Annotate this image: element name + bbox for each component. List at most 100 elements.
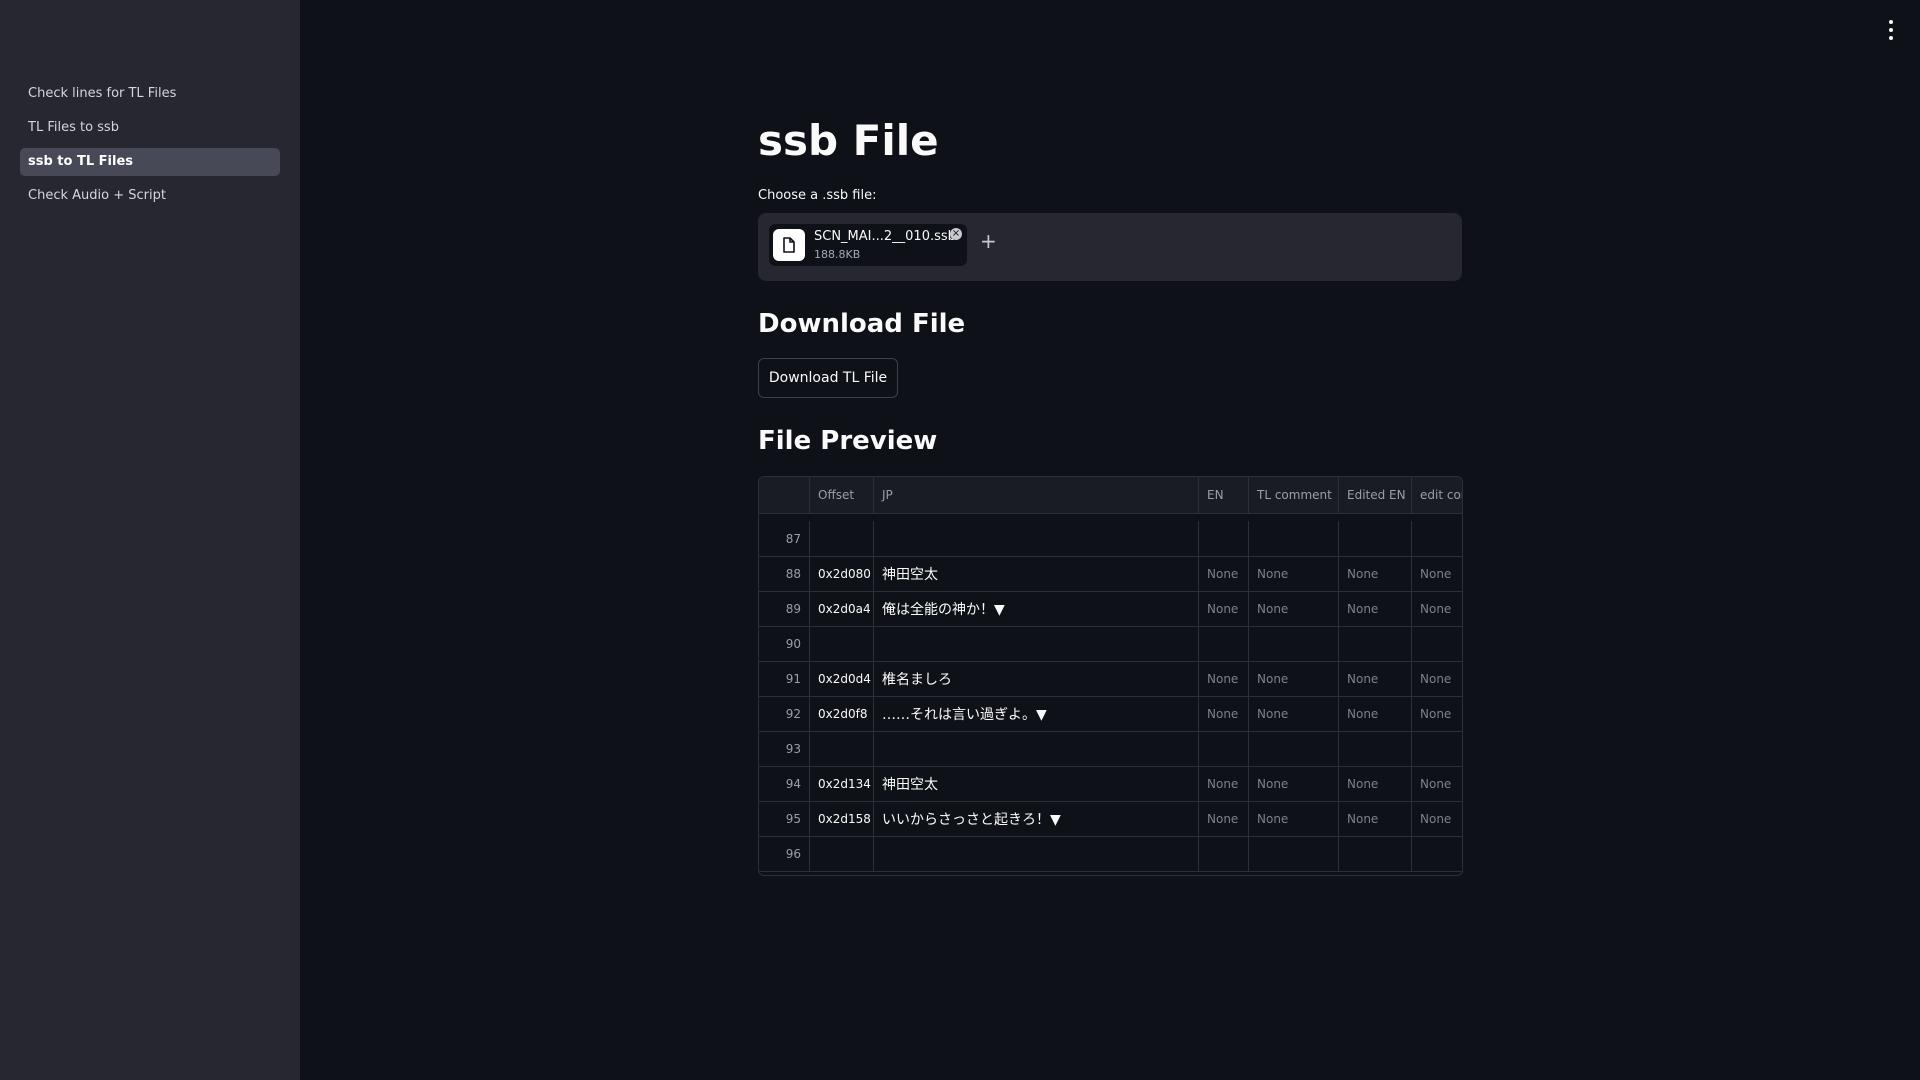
tl-comment-cell[interactable]: None [1249,696,1339,731]
row-index: 94 [759,766,810,801]
row-index: 89 [759,591,810,626]
table-row[interactable]: 92 0x2d0f8 ……それは言い過ぎよ。▼ None None None N… [759,696,1462,732]
edit-comment-cell[interactable] [1412,521,1462,556]
row-index: 87 [759,521,810,556]
edit-comment-cell[interactable]: None [1412,696,1462,731]
jp-cell[interactable]: 俺は全能の神か！▼ [874,591,1199,626]
jp-cell[interactable]: 神田空太 [874,556,1199,591]
offset-cell[interactable] [810,836,874,871]
column-header-offset[interactable]: Offset [810,477,874,513]
tl-comment-cell[interactable]: None [1249,556,1339,591]
table-row[interactable]: 91 0x2d0d4 椎名ましろ None None None None [759,661,1462,697]
table-row[interactable]: 95 0x2d158 いいからさっさと起きろ！▼ None None None … [759,801,1462,837]
tl-comment-cell[interactable] [1249,626,1339,661]
tl-comment-cell[interactable]: None [1249,661,1339,696]
edited-en-cell[interactable]: None [1339,766,1412,801]
en-cell[interactable]: None [1199,661,1249,696]
offset-cell[interactable]: 0x2d080 [810,556,874,591]
edited-en-cell[interactable]: None [1339,591,1412,626]
edit-comment-cell[interactable] [1412,731,1462,766]
jp-cell[interactable] [874,836,1199,871]
jp-cell[interactable]: 神田空太 [874,766,1199,801]
table-row[interactable]: 93 [759,731,1462,767]
edit-comment-cell[interactable]: None [1412,556,1462,591]
edit-comment-cell[interactable] [1412,836,1462,871]
table-row[interactable]: 96 [759,836,1462,872]
column-header-edited-en[interactable]: Edited EN [1339,477,1412,513]
edited-en-cell[interactable]: None [1339,801,1412,836]
edited-en-cell[interactable] [1339,731,1412,766]
en-cell[interactable]: None [1199,766,1249,801]
offset-cell[interactable] [810,521,874,556]
sidebar-item-check-lines[interactable]: Check lines for TL Files [20,80,280,108]
row-index: 90 [759,626,810,661]
en-cell[interactable] [1199,836,1249,871]
edit-comment-cell[interactable]: None [1412,591,1462,626]
sidebar: Check lines for TL Files TL Files to ssb… [0,0,300,1080]
close-icon[interactable]: × [950,228,962,240]
edited-en-cell[interactable]: None [1339,556,1412,591]
en-cell[interactable] [1199,731,1249,766]
file-size: 188.8KB [814,248,861,261]
offset-cell[interactable]: 0x2d158 [810,801,874,836]
en-cell[interactable] [1199,521,1249,556]
table-row[interactable]: 90 [759,626,1462,662]
jp-cell[interactable]: いいからさっさと起きろ！▼ [874,801,1199,836]
sidebar-item-tl-files-to-ssb[interactable]: TL Files to ssb [20,114,280,142]
table-row[interactable]: 94 0x2d134 神田空太 None None None None [759,766,1462,802]
jp-cell[interactable] [874,731,1199,766]
table-row[interactable]: 88 0x2d080 神田空太 None None None None [759,556,1462,592]
column-header-jp[interactable]: JP [874,477,1199,513]
column-header-en[interactable]: EN [1199,477,1249,513]
jp-cell[interactable] [874,521,1199,556]
file-preview-table[interactable]: Offset JP EN TL comment Edited EN edit c… [758,476,1463,876]
edited-en-cell[interactable]: None [1339,696,1412,731]
vertical-dots-icon[interactable] [1888,20,1894,40]
jp-cell[interactable]: ……それは言い過ぎよ。▼ [874,696,1199,731]
edit-comment-cell[interactable]: None [1412,661,1462,696]
row-index: 88 [759,556,810,591]
tl-comment-cell[interactable] [1249,521,1339,556]
column-header-tl-comment[interactable]: TL comment [1249,477,1339,513]
column-header-edit-comment[interactable]: edit cor [1412,477,1462,513]
download-tl-file-button[interactable]: Download TL File [758,358,898,398]
en-cell[interactable]: None [1199,696,1249,731]
column-header-index[interactable] [759,477,810,513]
offset-cell[interactable] [810,731,874,766]
tl-comment-cell[interactable] [1249,731,1339,766]
file-uploader[interactable]: SCN_MAI...2__010.ssb 188.8KB × + [758,213,1462,281]
tl-comment-cell[interactable] [1249,836,1339,871]
table-row[interactable]: 87 [759,521,1462,557]
row-index: 96 [759,836,810,871]
en-cell[interactable] [1199,626,1249,661]
page-title: ssb File [758,116,939,165]
jp-cell[interactable]: 椎名ましろ [874,661,1199,696]
sidebar-item-ssb-to-tl-files[interactable]: ssb to TL Files [20,148,280,176]
edit-comment-cell[interactable] [1412,626,1462,661]
offset-cell[interactable]: 0x2d0a4 [810,591,874,626]
en-cell[interactable]: None [1199,591,1249,626]
offset-cell[interactable]: 0x2d0f8 [810,696,874,731]
tl-comment-cell[interactable]: None [1249,801,1339,836]
edited-en-cell[interactable]: None [1339,661,1412,696]
edit-comment-cell[interactable]: None [1412,801,1462,836]
uploaded-file-chip: SCN_MAI...2__010.ssb 188.8KB × [769,224,967,266]
edited-en-cell[interactable] [1339,836,1412,871]
table-row[interactable]: 89 0x2d0a4 俺は全能の神か！▼ None None None None [759,591,1462,627]
sidebar-item-check-audio-script[interactable]: Check Audio + Script [20,182,280,210]
table-header: Offset JP EN TL comment Edited EN edit c… [759,477,1462,514]
tl-comment-cell[interactable]: None [1249,766,1339,801]
en-cell[interactable]: None [1199,801,1249,836]
jp-cell[interactable] [874,626,1199,661]
edited-en-cell[interactable] [1339,626,1412,661]
en-cell[interactable]: None [1199,556,1249,591]
row-index: 93 [759,731,810,766]
tl-comment-cell[interactable]: None [1249,591,1339,626]
offset-cell[interactable]: 0x2d134 [810,766,874,801]
offset-cell[interactable] [810,626,874,661]
plus-icon[interactable]: + [980,231,997,251]
edit-comment-cell[interactable]: None [1412,766,1462,801]
edited-en-cell[interactable] [1339,521,1412,556]
preview-heading: File Preview [758,426,938,456]
offset-cell[interactable]: 0x2d0d4 [810,661,874,696]
